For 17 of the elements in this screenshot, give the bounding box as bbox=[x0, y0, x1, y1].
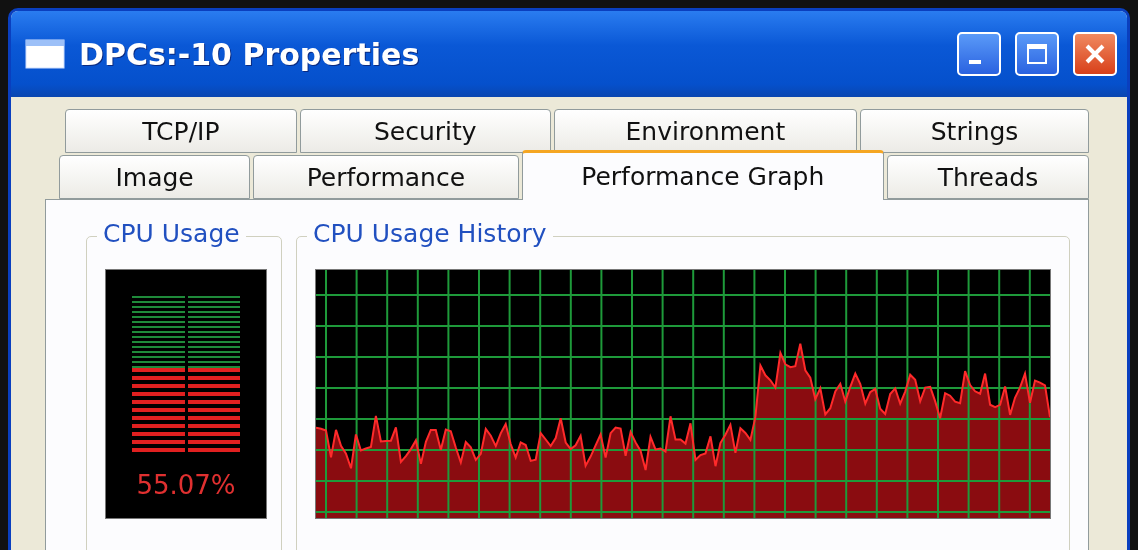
minimize-icon bbox=[969, 60, 981, 64]
tab[interactable]: Performance Graph bbox=[521, 150, 884, 200]
tab[interactable]: Security bbox=[299, 109, 551, 153]
tab[interactable]: Strings bbox=[860, 109, 1089, 153]
window-title: DPCs:-10 Properties bbox=[79, 36, 421, 72]
minimize-button[interactable] bbox=[957, 32, 1001, 76]
cpu-reading: 55.07% bbox=[136, 470, 236, 500]
close-button[interactable] bbox=[1073, 32, 1117, 76]
maximize-icon bbox=[1025, 42, 1049, 66]
tab[interactable]: Performance bbox=[253, 155, 519, 199]
close-icon bbox=[1083, 42, 1107, 66]
tab[interactable]: Image bbox=[59, 155, 251, 199]
window-icon bbox=[25, 39, 65, 69]
maximize-button[interactable] bbox=[1015, 32, 1059, 76]
tab[interactable]: TCP/IP bbox=[65, 109, 297, 153]
tab[interactable]: Environment bbox=[553, 109, 858, 153]
tab[interactable]: Threads bbox=[887, 155, 1089, 199]
